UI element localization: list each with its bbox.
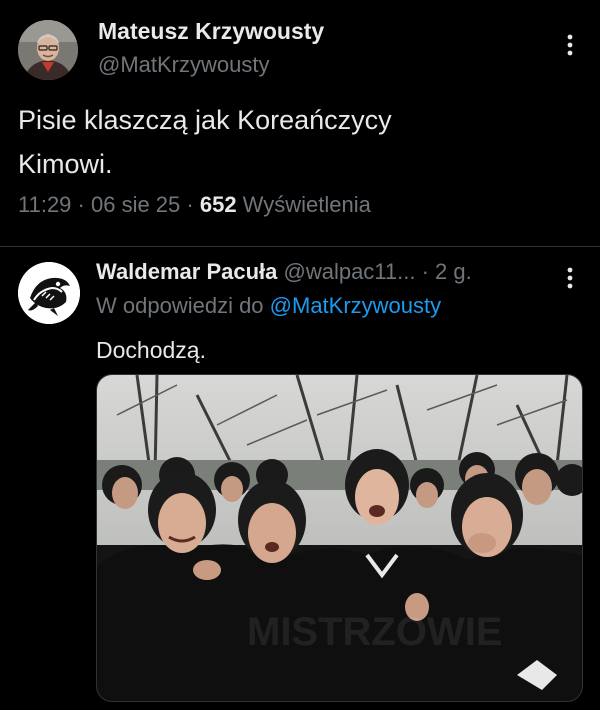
reply-author-avatar[interactable] xyxy=(18,262,80,324)
more-vertical-icon xyxy=(567,267,573,289)
reply-author-handle[interactable]: @walpac11... xyxy=(277,259,415,284)
author-name[interactable]: Mateusz Krzywousty xyxy=(98,18,324,45)
tweet-metadata: 11:29 · 06 sie 25 · 652 Wyświetlenia xyxy=(18,192,371,218)
avatar-image xyxy=(18,20,78,80)
tweet-time[interactable]: 11:29 xyxy=(18,192,71,217)
replying-to-label: W odpowiedzi do xyxy=(96,293,270,318)
meta-separator: · xyxy=(71,192,91,217)
reply-age[interactable]: 2 g. xyxy=(435,259,472,284)
views-label[interactable]: Wyświetlenia xyxy=(237,192,371,217)
reply-text: Dochodzą. xyxy=(96,337,206,363)
more-vertical-icon xyxy=(567,34,573,56)
main-tweet[interactable]: Mateusz Krzywousty @MatKrzywousty Pisie … xyxy=(0,0,600,246)
watermark: MISTRZOWIE xyxy=(247,610,503,654)
fish-logo-icon xyxy=(18,262,80,324)
replying-to: W odpowiedzi do @MatKrzywousty xyxy=(96,293,441,319)
tweet-date[interactable]: 06 sie 25 xyxy=(91,192,180,217)
tweet-text: Pisie klaszczą jak Koreańczycy Kimowi. xyxy=(18,98,578,186)
reply-media-image[interactable]: MISTRZOWIE xyxy=(96,374,583,702)
reply-tweet[interactable]: Waldemar Pacuła @walpac11... · 2 g. W od… xyxy=(0,247,600,710)
more-options-button[interactable] xyxy=(556,30,584,60)
replying-to-mention[interactable]: @MatKrzywousty xyxy=(270,293,441,318)
reply-more-options-button[interactable] xyxy=(556,263,584,293)
reply-author-name[interactable]: Waldemar Pacuła xyxy=(96,259,277,284)
meta-separator: · xyxy=(180,192,200,217)
reply-separator: · xyxy=(415,259,436,284)
tweet-text-line-2: Kimowi. xyxy=(18,149,113,179)
author-avatar[interactable] xyxy=(18,20,78,80)
author-handle[interactable]: @MatKrzywousty xyxy=(98,52,269,78)
photo-crying-crowd: MISTRZOWIE xyxy=(97,375,582,701)
reply-header: Waldemar Pacuła @walpac11... · 2 g. xyxy=(96,259,472,285)
tweet-text-line-1: Pisie klaszczą jak Koreańczycy xyxy=(18,105,392,135)
views-count[interactable]: 652 xyxy=(200,192,237,217)
